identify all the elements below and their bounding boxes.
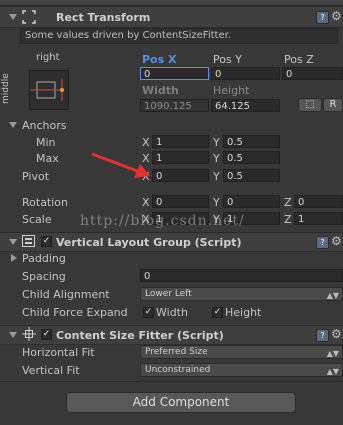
foldout-arrow-icon[interactable] bbox=[9, 14, 17, 20]
force-expand-height-label: Height bbox=[225, 306, 262, 319]
rotation-z-field[interactable]: 0 bbox=[294, 195, 343, 208]
driven-values-notice: Some values driven by ContentSizeFitter. bbox=[20, 28, 338, 44]
help-book-icon[interactable]: ? bbox=[316, 329, 329, 342]
force-expand-height-checkbox[interactable]: ✓ bbox=[212, 307, 223, 318]
anchor-min-y-axis: Y bbox=[213, 136, 220, 149]
anchor-preset-button[interactable] bbox=[29, 70, 69, 110]
rotation-label: Rotation bbox=[22, 196, 69, 209]
rect-transform-header[interactable]: Rect Transform ? ⚙ bbox=[0, 6, 343, 28]
width-label: Width bbox=[142, 84, 179, 97]
anchor-preset-icon bbox=[30, 79, 64, 101]
gear-icon[interactable]: ⚙ bbox=[331, 235, 342, 247]
help-book-icon[interactable]: ? bbox=[316, 236, 329, 249]
content-size-fitter-header[interactable]: ✓ Content Size Fitter (Script) ? ⚙ bbox=[0, 325, 343, 345]
height-field[interactable]: 64.125 bbox=[211, 99, 280, 112]
padding-foldout-icon[interactable] bbox=[11, 254, 17, 262]
help-book-icon[interactable]: ? bbox=[316, 11, 329, 24]
rect-transform-title: Rect Transform bbox=[56, 11, 151, 24]
rotation-y-axis: Y bbox=[213, 196, 220, 209]
dropdown-arrow-icon: ▲▼ bbox=[326, 349, 339, 358]
anchor-preset-top-label: right bbox=[36, 52, 60, 63]
height-label: Height bbox=[213, 84, 250, 97]
foldout-arrow-icon[interactable] bbox=[9, 239, 17, 245]
scale-z-field[interactable]: 1 bbox=[294, 212, 343, 225]
anchor-max-y-field[interactable]: 0.5 bbox=[223, 151, 280, 164]
scale-z-axis: Z bbox=[284, 213, 292, 226]
gear-icon[interactable]: ⚙ bbox=[331, 328, 342, 340]
rotation-x-field[interactable]: 0 bbox=[152, 195, 209, 208]
annotation-arrow-icon bbox=[91, 152, 150, 178]
vertical-fit-dropdown[interactable]: Unconstrained ▲▼ bbox=[140, 363, 343, 377]
anchors-label: Anchors bbox=[22, 119, 67, 132]
horizontal-fit-label: Horizontal Fit bbox=[22, 346, 95, 359]
force-expand-width-label: Width bbox=[156, 306, 188, 319]
foldout-arrow-icon[interactable] bbox=[9, 332, 17, 338]
pos-z-label: Pos Z bbox=[284, 53, 314, 66]
vertical-layout-icon bbox=[22, 235, 35, 247]
content-size-fitter-icon bbox=[22, 327, 36, 341]
rotation-y-field[interactable]: 0 bbox=[223, 195, 280, 208]
pos-z-field[interactable]: 0 bbox=[282, 67, 343, 80]
child-alignment-label: Child Alignment bbox=[22, 288, 110, 301]
add-component-button[interactable]: Add Component bbox=[66, 392, 296, 413]
anchor-preset-side-label: middle bbox=[1, 73, 11, 104]
anchor-max-y-axis: Y bbox=[213, 152, 220, 165]
pivot-label: Pivot bbox=[22, 170, 50, 183]
width-field: 1090.125 bbox=[140, 99, 209, 112]
dropdown-arrow-icon: ▲▼ bbox=[326, 291, 339, 300]
spacing-field[interactable]: 0 bbox=[140, 269, 343, 282]
spacing-label: Spacing bbox=[22, 270, 66, 283]
anchor-min-x-axis: X bbox=[142, 136, 150, 149]
gear-icon[interactable]: ⚙ bbox=[331, 10, 342, 22]
raw-edit-mode-button[interactable]: R bbox=[323, 98, 343, 112]
child-alignment-dropdown[interactable]: Lower Left ▲▼ bbox=[140, 287, 343, 301]
rotation-z-axis: Z bbox=[284, 196, 292, 209]
content-size-fitter-title: Content Size Fitter (Script) bbox=[56, 329, 224, 342]
anchor-max-label: Max bbox=[36, 152, 59, 165]
pos-x-field[interactable]: 0 bbox=[140, 67, 209, 80]
vertical-fit-label: Vertical Fit bbox=[22, 364, 80, 377]
force-expand-width-checkbox[interactable]: ✓ bbox=[143, 307, 154, 318]
anchor-min-x-field[interactable]: 1 bbox=[152, 135, 209, 148]
pivot-y-axis: Y bbox=[213, 170, 220, 183]
horizontal-fit-dropdown[interactable]: Preferred Size ▲▼ bbox=[140, 345, 343, 359]
blueprint-mode-button[interactable]: ⬚ bbox=[298, 98, 322, 112]
anchors-foldout-icon[interactable] bbox=[9, 122, 17, 128]
anchor-min-label: Min bbox=[36, 136, 56, 149]
padding-label: Padding bbox=[22, 252, 66, 265]
rotation-x-axis: X bbox=[142, 196, 150, 209]
dropdown-arrow-icon: ▲▼ bbox=[326, 367, 339, 376]
rect-transform-icon bbox=[22, 10, 36, 24]
enabled-checkbox[interactable]: ✓ bbox=[41, 329, 52, 340]
divider bbox=[0, 381, 343, 382]
pos-x-label: Pos X bbox=[142, 53, 177, 66]
pivot-x-field[interactable]: 0 bbox=[152, 169, 209, 182]
anchor-min-y-field[interactable]: 0.5 bbox=[223, 135, 280, 148]
scale-label: Scale bbox=[22, 213, 52, 226]
vertical-layout-group-title: Vertical Layout Group (Script) bbox=[56, 236, 242, 249]
pivot-y-field[interactable]: 0.5 bbox=[223, 169, 280, 182]
enabled-checkbox[interactable]: ✓ bbox=[41, 236, 52, 247]
pos-y-label: Pos Y bbox=[213, 53, 242, 66]
pos-y-field[interactable]: 0 bbox=[211, 67, 280, 80]
anchor-max-x-field[interactable]: 1 bbox=[152, 151, 209, 164]
vertical-layout-group-header[interactable]: ✓ Vertical Layout Group (Script) ? ⚙ bbox=[0, 232, 343, 252]
child-force-expand-label: Child Force Expand bbox=[22, 306, 128, 319]
watermark-text: http://blog.csdn.net/ bbox=[80, 213, 245, 229]
